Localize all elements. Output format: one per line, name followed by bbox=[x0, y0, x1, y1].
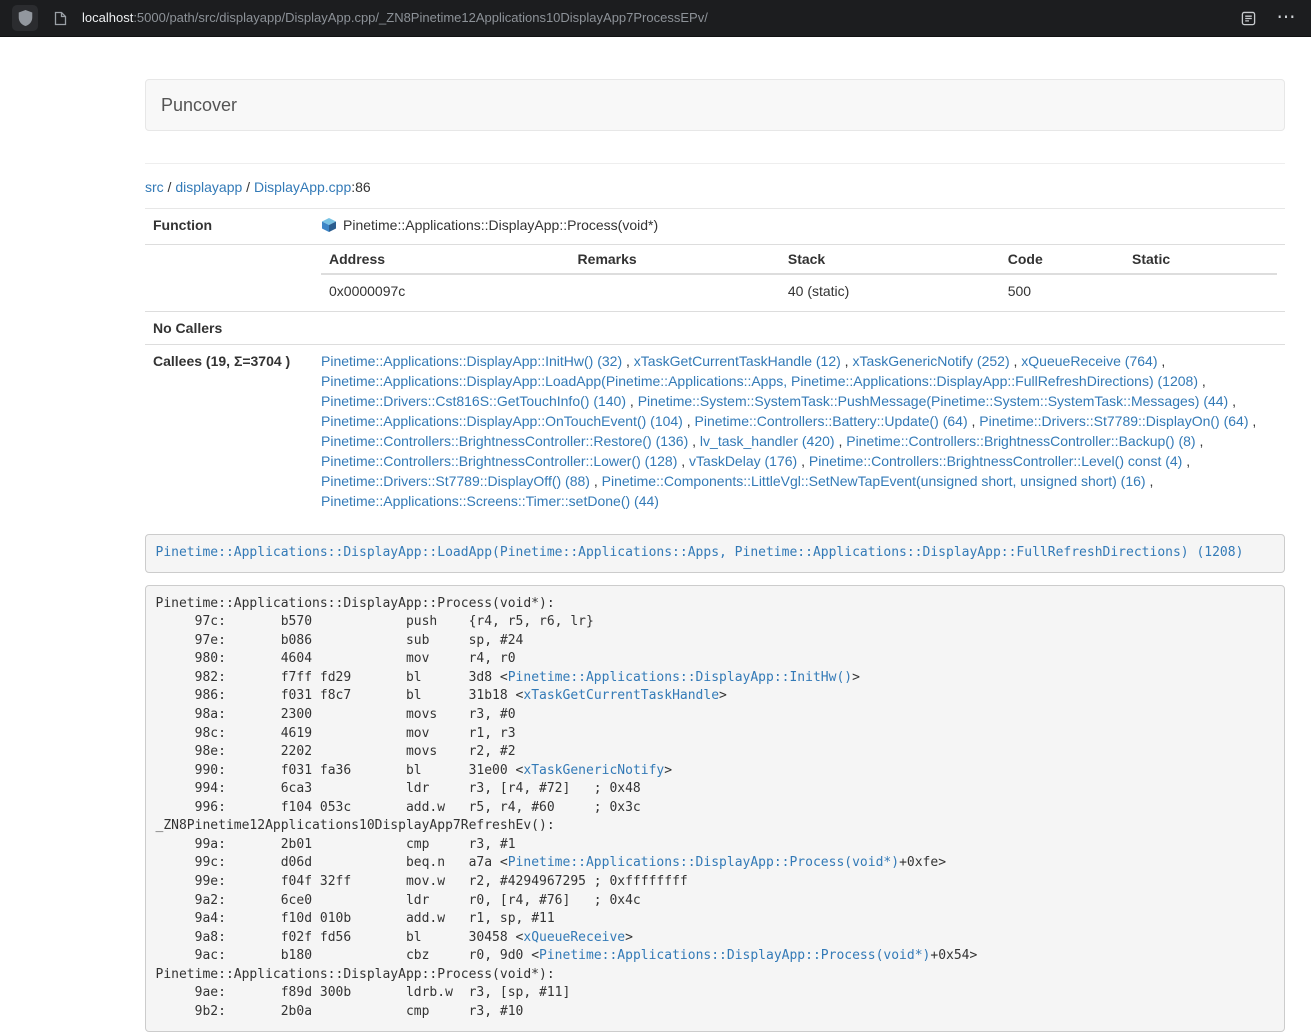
highlighted-symbol-link[interactable]: Pinetime::Applications::DisplayApp::Load… bbox=[156, 545, 1244, 560]
callees-row: Callees (19, Σ=3704 ) Pinetime::Applicat… bbox=[145, 345, 1285, 518]
callee-link[interactable]: xTaskGetCurrentTaskHandle (12) bbox=[634, 353, 841, 369]
callee-link[interactable]: Pinetime::Components::LittleVgl::SetNewT… bbox=[602, 473, 1146, 489]
breadcrumb-link-src[interactable]: src bbox=[145, 179, 164, 195]
stats-header-row: Address Remarks Stack Code Static bbox=[321, 245, 1277, 274]
code-value: 500 bbox=[1000, 274, 1124, 307]
details-row: Address Remarks Stack Code Static 0x0000… bbox=[145, 245, 1285, 312]
more-menu-icon[interactable]: ⋯ bbox=[1273, 5, 1299, 31]
col-stack: Stack bbox=[780, 245, 1000, 274]
callee-link[interactable]: Pinetime::Applications::Screens::Timer::… bbox=[321, 493, 659, 509]
callee-link[interactable]: Pinetime::Controllers::BrightnessControl… bbox=[321, 433, 688, 449]
url-text: localhost:5000/path/src/displayapp/Displ… bbox=[82, 0, 708, 36]
url-path: :5000/path/src/displayapp/DisplayApp.cpp… bbox=[133, 10, 708, 25]
callee-link[interactable]: Pinetime::Applications::DisplayApp::Init… bbox=[321, 353, 622, 369]
details-row-spacer bbox=[145, 245, 313, 312]
remarks-value bbox=[570, 274, 780, 307]
callee-link[interactable]: Pinetime::Drivers::St7789::DisplayOn() (… bbox=[979, 413, 1248, 429]
disassembly-pre: Pinetime::Applications::DisplayApp::Proc… bbox=[145, 585, 1285, 1032]
page-icon bbox=[47, 5, 73, 31]
callees-cell: Pinetime::Applications::DisplayApp::Init… bbox=[313, 345, 1285, 518]
callee-link[interactable]: xQueueReceive (764) bbox=[1021, 353, 1157, 369]
symbol-table: Function Pinetime::Applications::Display… bbox=[145, 209, 1285, 517]
function-name: Pinetime::Applications::DisplayApp::Proc… bbox=[343, 217, 658, 233]
callee-link[interactable]: Pinetime::System::SystemTask::PushMessag… bbox=[638, 393, 1229, 409]
callee-link[interactable]: Pinetime::Drivers::St7789::DisplayOff() … bbox=[321, 473, 590, 489]
stats-value-row: 0x0000097c 40 (static) 500 bbox=[321, 274, 1277, 307]
callees-label: Callees (19, Σ=3704 ) bbox=[145, 345, 313, 518]
shield-icon[interactable] bbox=[12, 5, 38, 31]
callee-link[interactable]: Pinetime::Controllers::BrightnessControl… bbox=[846, 433, 1195, 449]
address-bar[interactable]: localhost:5000/path/src/displayapp/Displ… bbox=[47, 0, 1226, 36]
main-content: Puncover src / displayapp / DisplayApp.c… bbox=[145, 79, 1285, 1032]
callee-link[interactable]: vTaskDelay (176) bbox=[689, 453, 797, 469]
col-static: Static bbox=[1124, 245, 1277, 274]
browser-chrome: localhost:5000/path/src/displayapp/Displ… bbox=[0, 0, 1311, 37]
callee-link[interactable]: Pinetime::Applications::DisplayApp::OnTo… bbox=[321, 413, 683, 429]
breadcrumb-line-number: :86 bbox=[351, 179, 370, 195]
reader-view-icon[interactable] bbox=[1235, 5, 1261, 31]
callee-link[interactable]: Pinetime::Controllers::BrightnessControl… bbox=[321, 453, 677, 469]
symbol-link[interactable]: Pinetime::Applications::DisplayApp::Init… bbox=[508, 670, 852, 685]
toolbar-right: ⋯ bbox=[1235, 5, 1299, 31]
function-icon bbox=[321, 217, 337, 238]
col-address: Address bbox=[321, 245, 570, 274]
symbol-link[interactable]: xTaskGenericNotify bbox=[523, 763, 664, 778]
callee-link[interactable]: xTaskGenericNotify (252) bbox=[852, 353, 1009, 369]
no-callers-label: No Callers bbox=[145, 312, 313, 345]
callee-link[interactable]: lv_task_handler (420) bbox=[700, 433, 835, 449]
symbol-stats-table: Address Remarks Stack Code Static 0x0000… bbox=[321, 245, 1277, 307]
breadcrumb-link-displayapp[interactable]: displayapp bbox=[175, 179, 242, 195]
function-row: Function Pinetime::Applications::Display… bbox=[145, 209, 1285, 245]
callee-link[interactable]: Pinetime::Drivers::Cst816S::GetTouchInfo… bbox=[321, 393, 626, 409]
highlighted-symbol: Pinetime::Applications::DisplayApp::Load… bbox=[145, 534, 1285, 573]
navbar: Puncover bbox=[145, 79, 1285, 131]
breadcrumb-separator: / bbox=[242, 179, 254, 195]
callee-link[interactable]: Pinetime::Controllers::Battery::Update()… bbox=[695, 413, 968, 429]
breadcrumb-link-file[interactable]: DisplayApp.cpp bbox=[254, 179, 351, 195]
url-host: localhost bbox=[82, 10, 133, 25]
function-label: Function bbox=[145, 209, 313, 245]
breadcrumb: src / displayapp / DisplayApp.cpp:86 bbox=[145, 164, 1285, 209]
col-remarks: Remarks bbox=[570, 245, 780, 274]
col-code: Code bbox=[1000, 245, 1124, 274]
breadcrumb-separator: / bbox=[164, 179, 176, 195]
symbol-link[interactable]: Pinetime::Applications::DisplayApp::Proc… bbox=[539, 948, 930, 963]
static-value bbox=[1124, 274, 1277, 307]
brand-link[interactable]: Puncover bbox=[161, 95, 237, 116]
symbol-link[interactable]: Pinetime::Applications::DisplayApp::Proc… bbox=[508, 855, 899, 870]
symbol-link[interactable]: xTaskGetCurrentTaskHandle bbox=[523, 688, 719, 703]
callee-link[interactable]: Pinetime::Controllers::BrightnessControl… bbox=[809, 453, 1182, 469]
stack-value: 40 (static) bbox=[780, 274, 1000, 307]
symbol-link[interactable]: xQueueReceive bbox=[523, 930, 625, 945]
address-value: 0x0000097c bbox=[321, 274, 570, 307]
callee-link[interactable]: Pinetime::Applications::DisplayApp::Load… bbox=[321, 373, 1198, 389]
no-callers-row: No Callers bbox=[145, 312, 1285, 345]
